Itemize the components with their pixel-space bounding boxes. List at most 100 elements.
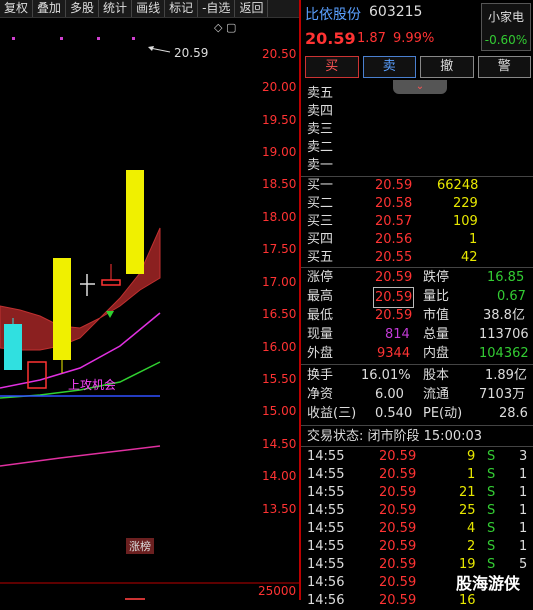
kline-chart[interactable] <box>0 18 299 600</box>
tick-time: 14:55 <box>307 503 345 518</box>
toolbar-restore-rights[interactable]: 复权 <box>0 0 34 17</box>
tick-side: S <box>487 467 496 482</box>
high-price-annotation: 20.59 <box>174 46 209 60</box>
market-cap-label: 市值 <box>423 308 450 323</box>
tick-row: 14:55 20.59 4 S 1 <box>301 519 533 538</box>
pe-label: PE(动) <box>423 406 463 421</box>
window-icon[interactable]: ▢ <box>226 21 236 34</box>
price-change: 1.87 <box>357 31 386 46</box>
bid-volume: 229 <box>453 196 478 211</box>
tick-side: S <box>487 485 496 500</box>
tick-price: 20.59 <box>379 503 417 518</box>
tick-row: 14:55 20.59 21 S 1 <box>301 483 533 502</box>
chart-toolbar: 复权 叠加 多股 统计 画线 标记 -自选 返回 <box>0 0 300 18</box>
bid-volume: 1 <box>469 232 478 247</box>
inner-volume-label: 内盘 <box>423 346 450 361</box>
turnover-value: 16.01% <box>361 368 411 383</box>
bid-volume: 109 <box>453 214 478 229</box>
ask-label: 卖三 <box>307 122 334 137</box>
tick-volume: 1 <box>467 467 476 482</box>
inner-volume-value: 104362 <box>479 346 529 361</box>
ask-row: 卖五 <box>301 84 533 103</box>
bid-label: 买三 <box>307 214 334 229</box>
bid-price: 20.58 <box>375 196 413 211</box>
limit-up-value: 20.59 <box>375 270 413 285</box>
candle-limit-up <box>126 170 144 274</box>
price-axis-label: 16.00 <box>262 340 297 354</box>
price-axis-label: 14.00 <box>262 469 297 483</box>
tick-volume: 25 <box>459 503 476 518</box>
market-cap-value: 38.8亿 <box>483 308 525 323</box>
sector-name: 小家电 <box>487 10 524 24</box>
price-axis-label: 20.50 <box>262 47 297 61</box>
bid-price: 20.59 <box>375 178 413 193</box>
bid-row[interactable]: 买四 20.56 1 <box>301 230 533 249</box>
tick-time: 14:55 <box>307 557 345 572</box>
toolbar-overlay[interactable]: 叠加 <box>33 0 67 17</box>
ask-row: 卖四 <box>301 102 533 121</box>
kline-svg <box>0 37 299 600</box>
stats-row: 现量 814 总量 113706 <box>301 325 533 344</box>
cancel-button[interactable]: 撤 <box>420 56 474 78</box>
buy-button[interactable]: 买 <box>305 56 359 78</box>
tick-time: 14:55 <box>307 449 345 464</box>
ask-row: 卖三 <box>301 120 533 139</box>
toolbar-back[interactable]: 返回 <box>235 0 269 17</box>
bid-row[interactable]: 买三 20.57 109 <box>301 212 533 231</box>
chart-icons: ◇ ▢ <box>214 21 236 34</box>
toolbar-draw-line[interactable]: 画线 <box>132 0 166 17</box>
price-axis-label: 19.50 <box>262 113 297 127</box>
tick-side: S <box>487 521 496 536</box>
bid-label: 买四 <box>307 232 334 247</box>
last-price: 20.59 <box>305 29 356 48</box>
marker-dot <box>132 37 135 40</box>
limit-down-value: 16.85 <box>487 270 525 285</box>
price-axis-label: 19.00 <box>262 145 297 159</box>
ask-label: 卖二 <box>307 140 334 155</box>
tick-price: 20.59 <box>379 539 417 554</box>
ask-label: 卖四 <box>307 104 334 119</box>
sell-button[interactable]: 卖 <box>362 56 416 78</box>
price-axis-label: 18.00 <box>262 210 297 224</box>
bid-row[interactable]: 买五 20.55 42 <box>301 248 533 267</box>
signal-arrow-icon <box>106 311 114 318</box>
alert-button[interactable]: 警 <box>477 56 531 78</box>
candle-small <box>101 279 121 286</box>
diamond-icon[interactable]: ◇ <box>214 21 222 34</box>
bid-price: 20.57 <box>375 214 413 229</box>
price-axis-label: 20.00 <box>262 80 297 94</box>
current-volume-label: 现量 <box>307 327 334 342</box>
toolbar-statistics[interactable]: 统计 <box>99 0 133 17</box>
stats-row: 换手 16.01% 股本 1.89亿 <box>301 366 533 385</box>
tick-time: 14:55 <box>307 485 345 500</box>
toolbar-multi-stock[interactable]: 多股 <box>66 0 100 17</box>
float-value: 7103万 <box>479 387 526 402</box>
tick-count: 1 <box>519 521 528 536</box>
tick-volume: 21 <box>459 485 476 500</box>
tick-count: 5 <box>519 557 528 572</box>
float-label: 流通 <box>423 387 450 402</box>
tick-count: 1 <box>519 467 528 482</box>
toolbar-remove-watchlist[interactable]: -自选 <box>198 0 236 17</box>
volume-axis-label: 25000 <box>258 584 297 598</box>
ask-row: 卖二 <box>301 138 533 157</box>
tag-button[interactable]: 涨榜 <box>126 538 154 554</box>
tick-volume: 9 <box>467 449 476 464</box>
bid-row[interactable]: 买二 20.58 229 <box>301 194 533 213</box>
divider <box>301 425 533 426</box>
stats-row: 最低 20.59 市值 38.8亿 <box>301 306 533 325</box>
tick-time: 14:56 <box>307 593 345 608</box>
candle-down <box>4 324 22 370</box>
eps-label: 收益(三) <box>307 406 357 421</box>
marker-dot <box>97 37 100 40</box>
bid-volume: 42 <box>461 250 478 265</box>
tick-time: 14:55 <box>307 467 345 482</box>
sector-button[interactable]: 小家电 -0.60% <box>481 3 531 51</box>
high-value: 20.59 <box>373 287 415 308</box>
price-axis-label: 13.50 <box>262 502 297 516</box>
stats-row: 涨停 20.59 跌停 16.85 <box>301 268 533 287</box>
toolbar-mark[interactable]: 标记 <box>165 0 199 17</box>
tick-count: 1 <box>519 539 528 554</box>
bid-row[interactable]: 买一 20.59 66248 <box>301 176 533 195</box>
tick-price: 20.59 <box>379 521 417 536</box>
